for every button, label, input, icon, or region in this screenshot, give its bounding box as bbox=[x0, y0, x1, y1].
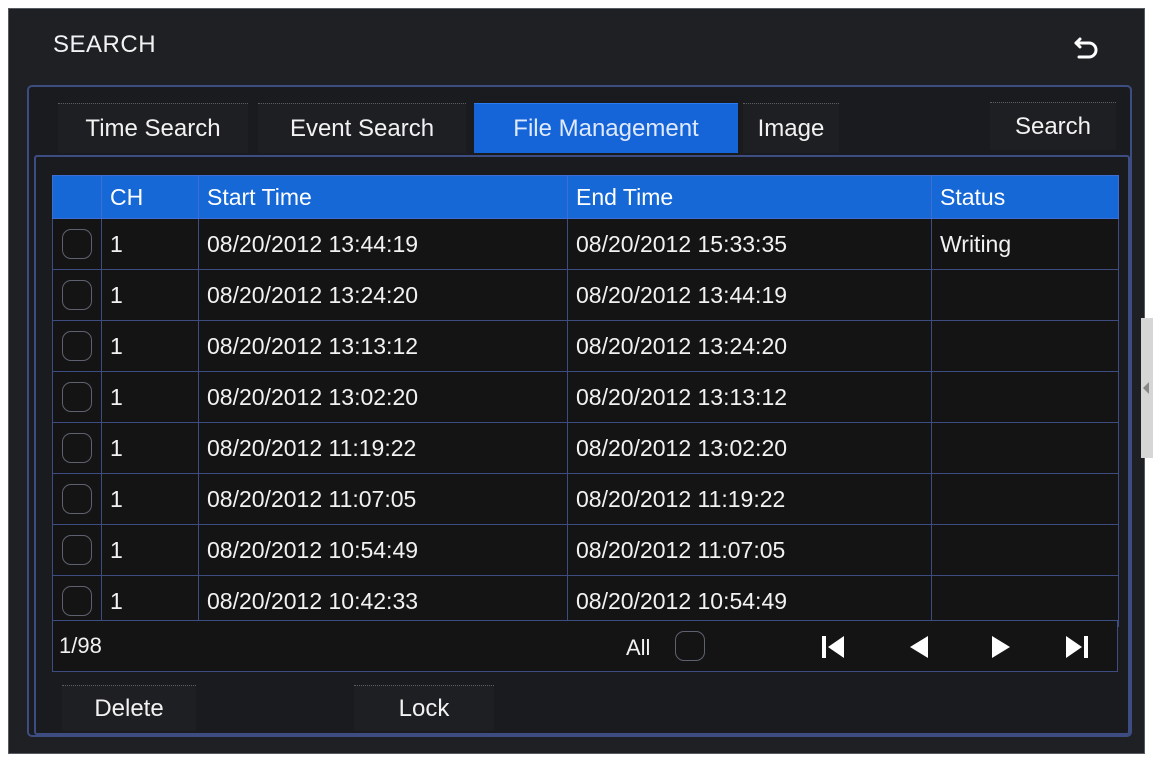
cell-status bbox=[931, 320, 1119, 372]
previous-page-button[interactable] bbox=[899, 629, 939, 665]
page-indicator: 1/98 bbox=[59, 633, 102, 658]
cell-status bbox=[931, 269, 1119, 321]
row-select-cell bbox=[52, 269, 102, 321]
column-header-select bbox=[52, 175, 102, 219]
lock-button[interactable]: Lock bbox=[354, 685, 494, 731]
row-select-cell bbox=[52, 320, 102, 372]
row-select-cell bbox=[52, 422, 102, 474]
cell-start-time: 08/20/2012 11:19:22 bbox=[198, 422, 568, 474]
cell-start-time: 08/20/2012 11:07:05 bbox=[198, 473, 568, 525]
cell-ch: 1 bbox=[101, 371, 199, 423]
first-page-button[interactable] bbox=[813, 629, 853, 665]
table-row[interactable]: 1 08/20/2012 13:44:19 08/20/2012 15:33:3… bbox=[52, 218, 1119, 270]
cell-ch: 1 bbox=[101, 524, 199, 576]
cell-ch: 1 bbox=[101, 269, 199, 321]
back-button[interactable] bbox=[1068, 30, 1104, 66]
next-page-button[interactable] bbox=[981, 629, 1021, 665]
cell-ch: 1 bbox=[101, 320, 199, 372]
last-page-button[interactable] bbox=[1057, 629, 1097, 665]
table-row[interactable]: 1 08/20/2012 10:54:49 08/20/2012 11:07:0… bbox=[52, 524, 1119, 576]
cell-end-time: 08/20/2012 13:02:20 bbox=[567, 422, 932, 474]
cell-status bbox=[931, 473, 1119, 525]
select-all-label: All bbox=[626, 635, 651, 660]
tab-event-search[interactable]: Event Search bbox=[258, 103, 466, 153]
cell-start-time: 08/20/2012 13:02:20 bbox=[198, 371, 568, 423]
cell-start-time: 08/20/2012 13:13:12 bbox=[198, 320, 568, 372]
cell-end-time: 08/20/2012 15:33:35 bbox=[567, 218, 932, 270]
cell-ch: 1 bbox=[101, 218, 199, 270]
window-title: SEARCH bbox=[53, 31, 157, 58]
row-checkbox[interactable] bbox=[62, 229, 92, 259]
search-button[interactable]: Search bbox=[990, 102, 1116, 150]
last-page-icon bbox=[1066, 636, 1088, 658]
tab-file-management[interactable]: File Management bbox=[474, 103, 738, 153]
row-checkbox[interactable] bbox=[62, 433, 92, 463]
table-row[interactable]: 1 08/20/2012 13:02:20 08/20/2012 13:13:1… bbox=[52, 371, 1119, 423]
row-checkbox[interactable] bbox=[62, 586, 92, 616]
file-table: CH Start Time End Time Status 1 08/20/20… bbox=[52, 175, 1119, 627]
cell-start-time: 08/20/2012 10:42:33 bbox=[198, 575, 568, 627]
row-select-cell bbox=[52, 575, 102, 627]
back-arrow-icon bbox=[1074, 37, 1098, 59]
row-select-cell bbox=[52, 371, 102, 423]
cell-ch: 1 bbox=[101, 473, 199, 525]
tab-image[interactable]: Image bbox=[743, 103, 839, 153]
pagination-bar: 1/98 All bbox=[52, 620, 1118, 672]
cell-ch: 1 bbox=[101, 575, 199, 627]
cell-end-time: 08/20/2012 10:54:49 bbox=[567, 575, 932, 627]
cell-end-time: 08/20/2012 11:19:22 bbox=[567, 473, 932, 525]
row-checkbox[interactable] bbox=[62, 484, 92, 514]
cell-ch: 1 bbox=[101, 422, 199, 474]
row-select-cell bbox=[52, 218, 102, 270]
cell-end-time: 08/20/2012 11:07:05 bbox=[567, 524, 932, 576]
cell-status: Writing bbox=[931, 218, 1119, 270]
table-header-row: CH Start Time End Time Status bbox=[52, 175, 1119, 219]
row-checkbox[interactable] bbox=[62, 382, 92, 412]
table-row[interactable]: 1 08/20/2012 13:13:12 08/20/2012 13:24:2… bbox=[52, 320, 1119, 372]
cell-status bbox=[931, 422, 1119, 474]
table-row[interactable]: 1 08/20/2012 10:42:33 08/20/2012 10:54:4… bbox=[52, 575, 1119, 627]
cell-end-time: 08/20/2012 13:13:12 bbox=[567, 371, 932, 423]
table-row[interactable]: 1 08/20/2012 13:24:20 08/20/2012 13:44:1… bbox=[52, 269, 1119, 321]
row-checkbox[interactable] bbox=[62, 280, 92, 310]
table-row[interactable]: 1 08/20/2012 11:19:22 08/20/2012 13:02:2… bbox=[52, 422, 1119, 474]
row-checkbox[interactable] bbox=[62, 331, 92, 361]
row-checkbox[interactable] bbox=[62, 535, 92, 565]
cell-start-time: 08/20/2012 13:24:20 bbox=[198, 269, 568, 321]
cell-start-time: 08/20/2012 13:44:19 bbox=[198, 218, 568, 270]
previous-page-icon bbox=[910, 636, 928, 658]
column-header-status: Status bbox=[931, 175, 1119, 219]
column-header-end-time: End Time bbox=[567, 175, 932, 219]
first-page-icon bbox=[822, 636, 844, 658]
cell-end-time: 08/20/2012 13:24:20 bbox=[567, 320, 932, 372]
cell-end-time: 08/20/2012 13:44:19 bbox=[567, 269, 932, 321]
next-page-icon bbox=[992, 636, 1010, 658]
cell-status bbox=[931, 575, 1119, 627]
delete-button[interactable]: Delete bbox=[62, 685, 196, 731]
column-header-ch: CH bbox=[101, 175, 199, 219]
side-panel-handle[interactable] bbox=[1141, 318, 1153, 458]
row-select-cell bbox=[52, 524, 102, 576]
tab-time-search[interactable]: Time Search bbox=[58, 103, 248, 153]
row-select-cell bbox=[52, 473, 102, 525]
cell-status bbox=[931, 524, 1119, 576]
cell-status bbox=[931, 371, 1119, 423]
table-row[interactable]: 1 08/20/2012 11:07:05 08/20/2012 11:19:2… bbox=[52, 473, 1119, 525]
select-all-checkbox[interactable] bbox=[675, 631, 705, 661]
cell-start-time: 08/20/2012 10:54:49 bbox=[198, 524, 568, 576]
column-header-start-time: Start Time bbox=[198, 175, 568, 219]
